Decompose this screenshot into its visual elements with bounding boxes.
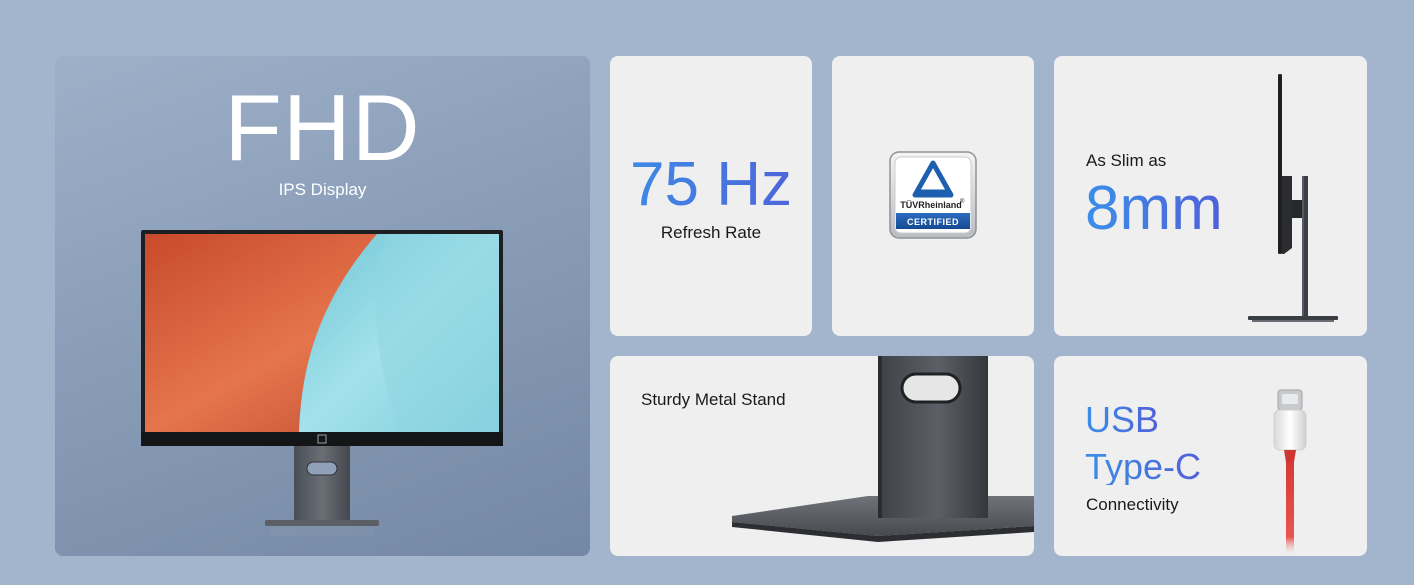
- slim-value: 8mm: [1085, 174, 1223, 243]
- ips-display-subtitle: IPS Display: [278, 180, 367, 199]
- tuv-certified-text: CERTIFIED: [907, 217, 959, 227]
- refresh-rate-card: 75 Hz Refresh Rate: [610, 56, 812, 336]
- fhd-card: FHD IPS Display: [55, 56, 590, 556]
- metal-stand-image: [732, 356, 1034, 542]
- monitor-side-profile-image: [1248, 74, 1338, 322]
- fhd-title: FHD: [224, 75, 421, 180]
- slim-label: As Slim as: [1086, 151, 1167, 170]
- usb-c-cable-image: [1273, 389, 1307, 556]
- tuv-registered-mark: ®: [960, 198, 965, 205]
- refresh-rate-label: Refresh Rate: [660, 223, 762, 242]
- usb-connectivity-label: Connectivity: [1086, 495, 1179, 514]
- tuv-certified-card: TÜVRheinland ® CERTIFIED: [832, 56, 1034, 336]
- usb-c-card: USB Type-C Connectivity: [1054, 356, 1367, 556]
- usb-title-line2: Type-C: [1085, 446, 1202, 487]
- monitor-front-image: [141, 230, 503, 536]
- usb-title-line1: USB: [1085, 399, 1160, 440]
- metal-stand-card: Sturdy Metal Stand: [610, 356, 1034, 556]
- slim-card: As Slim as 8mm: [1054, 56, 1367, 336]
- refresh-rate-value: 75 Hz: [610, 154, 812, 216]
- tuv-certified-badge: TÜVRheinland ® CERTIFIED: [889, 151, 977, 239]
- tuv-brand-text: TÜVRheinland: [900, 200, 962, 210]
